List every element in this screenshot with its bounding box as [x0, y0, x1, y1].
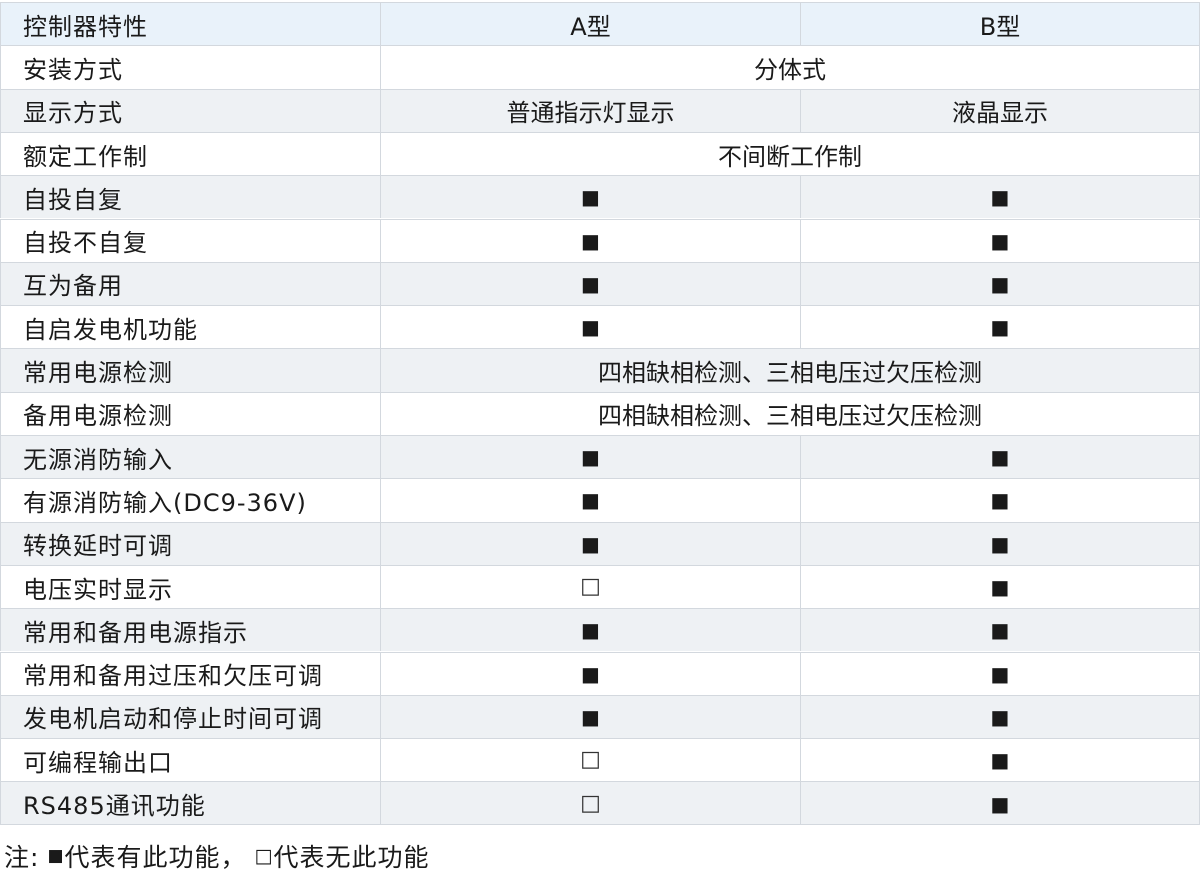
table-row: 可编程输出口 □ ■ [0, 738, 1200, 782]
type-b-feature-mark: ■ [990, 704, 1010, 729]
type-a-feature-mark: ■ [581, 315, 600, 340]
table-row: 额定工作制 不间断工作制 [0, 131, 1200, 176]
type-a-feature-mark: ■ [581, 445, 600, 470]
type-a-feature-mark: ■ [581, 488, 600, 513]
table-row: 常用电源检测 四相缺相检测、三相电压过欠压检测 [0, 348, 1200, 392]
row-label: 额定工作制 [23, 142, 148, 171]
type-a-feature-mark: □ [580, 574, 601, 600]
type-a-feature-mark: ■ [581, 271, 600, 296]
row-value-both: 四相缺相检测、三相电压过欠压检测 [598, 359, 982, 388]
table-row: 常用和备用过压和欠压可调 ■ ■ [0, 651, 1200, 695]
type-b-feature-mark: ■ [990, 661, 1010, 686]
row-label: 常用和备用过压和欠压可调 [23, 662, 323, 691]
type-b-feature-mark: ■ [990, 445, 1010, 470]
note-prefix: 注: [4, 843, 40, 872]
type-a-feature-mark: ■ [581, 661, 600, 686]
row-label: 有源消防输入(DC9-36V) [23, 488, 307, 517]
table-row: 安装方式 分体式 [0, 45, 1200, 89]
header-type-b: B型 [979, 12, 1021, 41]
header-feature: 控制器特性 [23, 12, 148, 41]
type-a-feature-mark: ■ [581, 185, 600, 210]
table-row: 发电机启动和停止时间可调 ■ ■ [0, 694, 1200, 739]
table-row: 自启发电机功能 ■ ■ [0, 305, 1200, 349]
row-label: 互为备用 [23, 272, 123, 301]
type-a-feature-mark: ■ [581, 704, 600, 729]
table-header-row: 控制器特性 A型 B型 [0, 2, 1200, 46]
row-label: 常用和备用电源指示 [23, 618, 248, 647]
type-b-value: 液晶显示 [952, 99, 1048, 128]
type-b-feature-mark: ■ [990, 618, 1010, 643]
table-row: 显示方式 普通指示灯显示 液晶显示 [0, 88, 1200, 132]
type-b-feature-mark: ■ [990, 531, 1010, 556]
row-label: 自投不自复 [23, 229, 148, 258]
row-label: 可编程输出口 [23, 748, 173, 777]
row-label: 转换延时可调 [23, 532, 173, 561]
type-a-feature-mark: ■ [581, 531, 600, 556]
type-a-feature-mark: □ [580, 747, 601, 773]
row-label: 发电机启动和停止时间可调 [23, 705, 323, 734]
row-label: 电压实时显示 [23, 575, 173, 604]
type-b-feature-mark: ■ [990, 271, 1010, 296]
type-b-feature-mark: ■ [990, 575, 1010, 600]
table-bottom-border [0, 824, 1200, 825]
row-value-both: 四相缺相检测、三相电压过欠压检测 [598, 402, 982, 431]
row-value-both: 分体式 [754, 55, 826, 84]
note-off-text: 代表无此功能 [273, 843, 430, 872]
type-a-feature-mark: ■ [581, 618, 600, 643]
header-type-a: A型 [570, 12, 611, 41]
table-row: 有源消防输入(DC9-36V) ■ ■ [0, 478, 1200, 522]
table-row: 互为备用 ■ ■ [0, 261, 1200, 306]
type-b-feature-mark: ■ [990, 488, 1010, 513]
table-row: 备用电源检测 四相缺相检测、三相电压过欠压检测 [0, 391, 1200, 435]
row-value-both: 不间断工作制 [718, 142, 862, 171]
table-row: 转换延时可调 ■ ■ [0, 521, 1200, 565]
row-label: 自投自复 [23, 185, 123, 214]
row-label: 常用电源检测 [23, 359, 173, 388]
type-b-feature-mark: ■ [990, 228, 1010, 253]
filled-square-symbol: ■ [47, 846, 65, 866]
type-b-feature-mark: ■ [990, 185, 1010, 210]
type-b-feature-mark: ■ [990, 748, 1010, 773]
row-label: 备用电源检测 [23, 402, 173, 431]
type-a-value: 普通指示灯显示 [506, 99, 675, 128]
row-label: 安装方式 [23, 55, 123, 84]
row-label: 自启发电机功能 [23, 315, 198, 344]
table-row: 常用和备用电源指示 ■ ■ [0, 608, 1200, 652]
table-row: 自投自复 ■ ■ [0, 175, 1200, 219]
type-a-feature-mark: □ [580, 790, 601, 816]
legend-note: 注: ■ 代表有此功能， □ 代表无此功能 [4, 838, 429, 874]
type-b-feature-mark: ■ [990, 791, 1010, 816]
row-label: 显示方式 [23, 99, 123, 128]
type-b-feature-mark: ■ [990, 315, 1010, 340]
row-label: RS485通讯功能 [23, 792, 206, 821]
table-row: 自投不自复 ■ ■ [0, 218, 1200, 262]
note-on-text: 代表有此功能， [64, 843, 247, 872]
table-row: 无源消防输入 ■ ■ [0, 435, 1200, 479]
row-label: 无源消防输入 [23, 445, 173, 474]
empty-square-symbol: □ [254, 845, 274, 867]
type-a-feature-mark: ■ [581, 228, 600, 253]
table-row: 电压实时显示 □ ■ [0, 564, 1200, 609]
table-row: RS485通讯功能 □ ■ [0, 781, 1200, 825]
